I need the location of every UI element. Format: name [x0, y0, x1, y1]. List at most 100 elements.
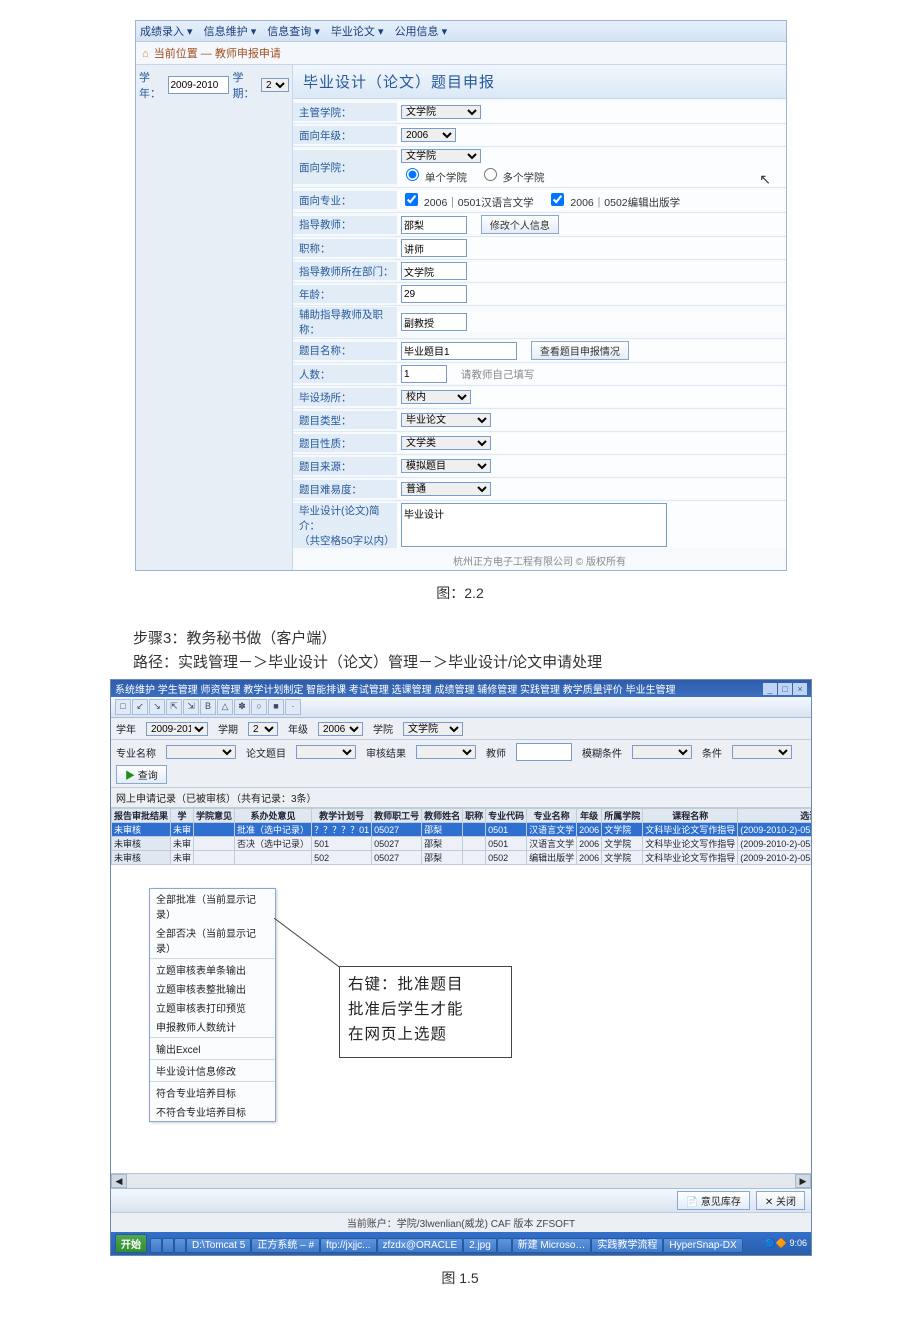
toolbar-icon[interactable]: ·: [285, 699, 301, 715]
column-header[interactable]: 学: [171, 809, 194, 823]
taskbar-item[interactable]: 2.jpg: [463, 1238, 497, 1253]
column-header[interactable]: 教师姓名: [422, 809, 463, 823]
column-header[interactable]: 专业代码: [486, 809, 527, 823]
topic-input[interactable]: [401, 342, 517, 360]
column-header[interactable]: 学院意见: [194, 809, 235, 823]
column-header[interactable]: 报告审批结果: [112, 809, 171, 823]
taskbar-item[interactable]: [162, 1238, 174, 1253]
menu-item[interactable]: 信息查询 ▾: [267, 26, 320, 38]
brief-textarea[interactable]: 毕业设计: [401, 503, 667, 547]
major-check-2[interactable]: 2006｜0502编辑出版学: [547, 190, 680, 210]
major-check-1[interactable]: 2006｜0501汉语言文学: [401, 190, 534, 210]
view-topic-button[interactable]: 查看题目申报情况: [531, 341, 629, 360]
context-menu-item[interactable]: 全部批准（当前显示记录）: [150, 889, 275, 923]
thesis-select[interactable]: [296, 745, 356, 759]
college-select[interactable]: 文学院: [403, 722, 463, 736]
toolbar-icon[interactable]: ⇲: [183, 699, 199, 715]
year-select[interactable]: 2009-2010: [146, 722, 208, 736]
h-scrollbar[interactable]: ◀▶: [111, 1173, 811, 1188]
taskbar-item[interactable]: HyperSnap-DX: [663, 1238, 742, 1253]
host-college-select[interactable]: 文学院: [401, 105, 481, 119]
menu-item[interactable]: 公用信息 ▾: [395, 26, 448, 38]
column-header[interactable]: 选课课号: [738, 809, 811, 823]
radio-single[interactable]: 单个学院: [401, 172, 467, 184]
term-select[interactable]: 2: [261, 78, 289, 92]
column-header[interactable]: 专业名称: [527, 809, 577, 823]
data-grid[interactable]: 报告审批结果学学院意见系办处意见教学计划号教师职工号教师姓名职称专业代码专业名称…: [111, 808, 811, 865]
toolbar-icon[interactable]: □: [115, 699, 131, 715]
query-button[interactable]: ▶ 查询: [116, 765, 167, 784]
taskbar-item[interactable]: [174, 1238, 186, 1253]
source-select[interactable]: 模拟题目: [401, 459, 491, 473]
min-icon[interactable]: _: [763, 683, 777, 695]
toolbar-icon[interactable]: ↘: [149, 699, 165, 715]
menu-item[interactable]: 成绩录入 ▾: [140, 26, 193, 38]
radio-multi[interactable]: 多个学院: [479, 172, 545, 184]
toolbar-icon[interactable]: ✽: [234, 699, 250, 715]
toolbar-icon[interactable]: ↙: [132, 699, 148, 715]
target-college-select[interactable]: 文学院: [401, 149, 481, 163]
close-button[interactable]: ✕ 关闭: [756, 1191, 805, 1210]
table-row[interactable]: 未审核未审批准（选中记录）？？？？？0105027邵梨0501汉语言文学2006…: [112, 823, 812, 837]
type-select[interactable]: 毕业论文: [401, 413, 491, 427]
scroll-left-icon[interactable]: ◀: [111, 1174, 127, 1188]
taskbar-item[interactable]: [150, 1238, 162, 1253]
context-menu-item[interactable]: 立题审核表打印预览: [150, 998, 275, 1017]
toolbar-icon[interactable]: △: [217, 699, 233, 715]
table-row[interactable]: 未审核未审50205027邵梨0502编辑出版学2006文学院文科毕业论文写作指…: [112, 851, 812, 865]
taskbar-item[interactable]: ftp://jxjjc...: [320, 1238, 376, 1253]
table-row[interactable]: 未审核未审否决（选中记录）50105027邵梨0501汉语言文学2006文学院文…: [112, 837, 812, 851]
toolbar-icon[interactable]: B: [200, 699, 216, 715]
column-header[interactable]: 系办处意见: [235, 809, 312, 823]
start-button[interactable]: 开始: [115, 1234, 147, 1253]
taskbar-item[interactable]: D:\Tomcat 5: [186, 1238, 251, 1253]
toolbar-icon[interactable]: ⇱: [166, 699, 182, 715]
count-input[interactable]: [401, 365, 447, 383]
context-menu-item[interactable]: 输出Excel: [150, 1039, 275, 1058]
title-input[interactable]: [401, 239, 467, 257]
context-menu-item[interactable]: 全部否决（当前显示记录）: [150, 923, 275, 957]
menu-item[interactable]: 信息维护 ▾: [204, 26, 257, 38]
close-icon[interactable]: ×: [793, 683, 807, 695]
taskbar-item[interactable]: 新建 Microso…: [512, 1238, 592, 1253]
grade-select[interactable]: 2006: [318, 722, 363, 736]
context-menu-item[interactable]: 申报教师人数统计: [150, 1017, 275, 1036]
cond-select[interactable]: [732, 745, 792, 759]
max-icon[interactable]: □: [778, 683, 792, 695]
context-menu[interactable]: 全部批准（当前显示记录）全部否决（当前显示记录） 立题审核表单条输出立题审核表整批…: [149, 888, 276, 1122]
assist-input[interactable]: [401, 313, 467, 331]
taskbar-item[interactable]: 正方系统 – #: [251, 1238, 320, 1253]
window-buttons[interactable]: _□×: [762, 683, 807, 695]
context-menu-item[interactable]: 立题审核表单条输出: [150, 960, 275, 979]
context-menu-item[interactable]: 立题审核表整批输出: [150, 979, 275, 998]
diff-select[interactable]: 普通: [401, 482, 491, 496]
column-header[interactable]: 年级: [577, 809, 602, 823]
taskbar-item[interactable]: [497, 1238, 512, 1253]
term-select[interactable]: 2: [248, 722, 278, 736]
mode-select[interactable]: [632, 745, 692, 759]
taskbar-item[interactable]: 实践教学流程: [591, 1238, 663, 1253]
toolbar-icon[interactable]: ■: [268, 699, 284, 715]
major-select[interactable]: [166, 745, 236, 759]
context-menu-item[interactable]: 毕业设计信息修改: [150, 1061, 275, 1080]
teacher-input[interactable]: [401, 216, 467, 234]
place-select[interactable]: 校内: [401, 390, 471, 404]
menu-item[interactable]: 毕业论文 ▾: [331, 26, 384, 38]
column-header[interactable]: 课程名称: [643, 809, 738, 823]
taskbar-item[interactable]: zfzdx@ORACLE: [377, 1238, 464, 1253]
column-header[interactable]: 职称: [463, 809, 486, 823]
teacher-input[interactable]: [516, 743, 572, 761]
nature-select[interactable]: 文学类: [401, 436, 491, 450]
context-menu-item[interactable]: 符合专业培养目标: [150, 1083, 275, 1102]
column-header[interactable]: 教学计划号: [312, 809, 372, 823]
scroll-right-icon[interactable]: ▶: [795, 1174, 811, 1188]
column-header[interactable]: 教师职工号: [372, 809, 422, 823]
grade-select[interactable]: 2006: [401, 128, 456, 142]
age-input[interactable]: [401, 285, 467, 303]
feedback-button[interactable]: 📄 意见库存: [677, 1191, 750, 1210]
edit-personal-button[interactable]: 修改个人信息: [481, 215, 559, 234]
audit-select[interactable]: [416, 745, 476, 759]
column-header[interactable]: 所属学院: [602, 809, 643, 823]
context-menu-item[interactable]: 不符合专业培养目标: [150, 1102, 275, 1121]
menubar-text[interactable]: 系统维护 学生管理 师资管理 教学计划制定 智能排课 考试管理 选课管理 成绩管…: [115, 681, 676, 696]
